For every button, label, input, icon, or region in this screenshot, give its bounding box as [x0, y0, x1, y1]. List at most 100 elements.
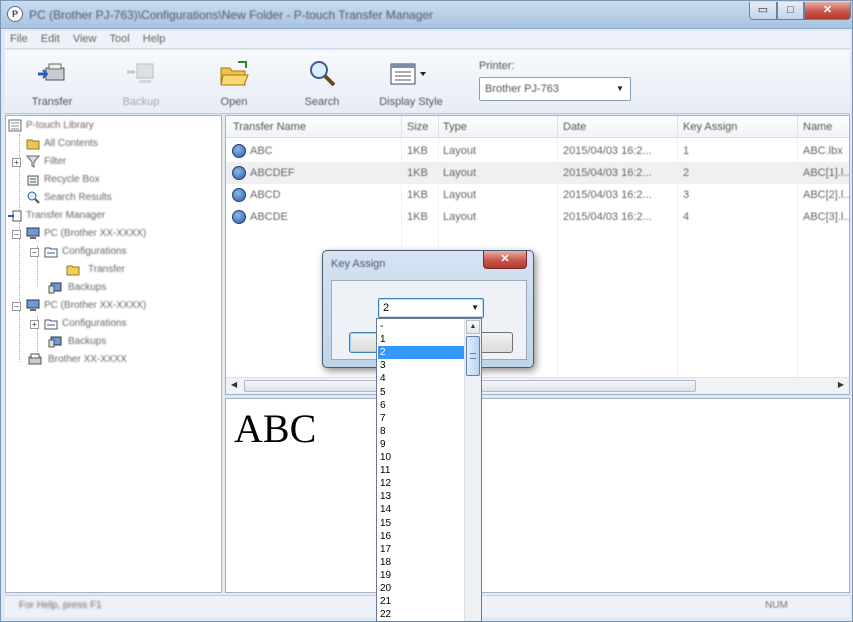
dropdown-option[interactable]: 7: [378, 412, 464, 425]
printer-icon: [28, 353, 42, 365]
configurations-icon: [44, 247, 58, 258]
collapse-icon[interactable]: −: [12, 230, 21, 239]
expand-icon[interactable]: +: [30, 320, 39, 329]
search-label: Search: [304, 96, 340, 108]
expand-icon[interactable]: +: [12, 158, 21, 167]
scroll-left-icon[interactable]: ◀: [231, 380, 237, 389]
display-style-icon: [389, 58, 426, 90]
dropdown-option[interactable]: 11: [378, 464, 464, 477]
computer-icon: [26, 299, 40, 311]
open-label: Open: [220, 96, 248, 108]
open-button[interactable]: Open: [209, 50, 259, 114]
dropdown-option[interactable]: 9: [378, 438, 464, 451]
maximize-button[interactable]: □: [777, 2, 804, 20]
backups-icon: [48, 336, 62, 348]
scroll-up-icon[interactable]: ▲: [466, 320, 480, 334]
dropdown-option[interactable]: 17: [378, 543, 464, 556]
recycle-icon: [27, 175, 39, 186]
chevron-down-icon: ▼: [471, 303, 479, 312]
column-name[interactable]: Name: [803, 121, 832, 133]
dropdown-option[interactable]: 21: [378, 595, 464, 608]
transfer-list: Transfer Name Size Type Date Key Assign …: [225, 115, 850, 395]
dropdown-option[interactable]: 20: [378, 582, 464, 595]
dialog-title: Key Assign: [331, 258, 386, 270]
backups-icon: [48, 282, 62, 294]
dropdown-option[interactable]: 4: [378, 372, 464, 385]
key-assign-select[interactable]: 2 ▼: [378, 298, 484, 318]
backup-label: Backup: [122, 96, 160, 108]
search-button[interactable]: Search: [297, 50, 347, 114]
column-type[interactable]: Type: [443, 121, 467, 133]
table-row[interactable]: ABCDEF 1KB Layout 2015/04/03 16:2... 2 A…: [226, 162, 849, 184]
dropdown-option[interactable]: 10: [378, 451, 464, 464]
layout-file-icon: [232, 144, 246, 158]
list-header: Transfer Name Size Type Date Key Assign …: [226, 116, 849, 138]
horizontal-scrollbar[interactable]: ◀ ▶: [226, 377, 849, 394]
printer-label: Printer:: [479, 60, 515, 72]
column-date[interactable]: Date: [563, 121, 586, 133]
printer-value: Brother PJ-763: [485, 83, 559, 95]
layout-file-icon: [232, 210, 246, 224]
transfer-icon: [36, 58, 68, 90]
menu-edit[interactable]: Edit: [36, 31, 65, 47]
dropdown-option[interactable]: 22: [378, 608, 464, 621]
layout-file-icon: [232, 166, 246, 180]
menu-bar: File Edit View Tool Help: [5, 31, 850, 49]
backup-icon: [125, 58, 157, 90]
dropdown-option[interactable]: 2: [378, 346, 464, 360]
key-assign-value: 2: [383, 302, 390, 314]
dropdown-option[interactable]: 16: [378, 530, 464, 543]
table-row[interactable]: ABC 1KB Layout 2015/04/03 16:2... 1 ABC.…: [226, 140, 849, 162]
folder-icon: [66, 265, 80, 276]
collapse-icon[interactable]: −: [12, 302, 21, 311]
scrollbar-thumb[interactable]: [466, 336, 480, 376]
chevron-down-icon: ▼: [616, 84, 624, 93]
collapse-icon[interactable]: −: [30, 248, 39, 257]
menu-help[interactable]: Help: [138, 31, 171, 47]
minimize-button[interactable]: ▭: [749, 2, 777, 20]
transfer-button[interactable]: Transfer: [27, 50, 77, 114]
key-assign-dropdown-list: -1234567891011121314151617181920212223 ▲: [376, 318, 482, 622]
title-bar[interactable]: P PC (Brother PJ-763)\Configurations\New…: [1, 1, 852, 29]
search-icon: [306, 58, 338, 90]
table-row[interactable]: ABCDE 1KB Layout 2015/04/03 16:2... 4 AB…: [226, 206, 849, 228]
computer-icon: [26, 227, 40, 239]
dropdown-option[interactable]: 19: [378, 569, 464, 582]
open-folder-icon: [218, 58, 250, 90]
num-lock-indicator: NUM: [765, 600, 788, 611]
backup-button[interactable]: Backup: [116, 50, 166, 114]
folder-tree: P-touch Library All Contents + Filter Re…: [5, 115, 222, 593]
scroll-right-icon[interactable]: ▶: [838, 380, 844, 389]
column-key-assign[interactable]: Key Assign: [683, 121, 737, 133]
preview-text: ABC: [234, 406, 317, 451]
dialog-close-button[interactable]: ✕: [483, 251, 527, 269]
configurations-icon: [44, 319, 58, 330]
dropdown-option[interactable]: 12: [378, 477, 464, 490]
display-style-button[interactable]: Display Style: [371, 50, 451, 114]
menu-file[interactable]: File: [5, 31, 33, 47]
dropdown-option[interactable]: 15: [378, 517, 464, 530]
column-size[interactable]: Size: [407, 121, 428, 133]
printer-select[interactable]: Brother PJ-763 ▼: [479, 77, 631, 101]
dropdown-option[interactable]: 5: [378, 386, 464, 399]
filter-icon: [26, 155, 40, 168]
transfer-manager-icon: [8, 210, 22, 222]
dropdown-option[interactable]: 14: [378, 503, 464, 516]
menu-tool[interactable]: Tool: [105, 31, 135, 47]
dropdown-option[interactable]: 6: [378, 399, 464, 412]
dropdown-option[interactable]: 13: [378, 490, 464, 503]
search-icon: [27, 191, 40, 204]
dropdown-option[interactable]: 18: [378, 556, 464, 569]
table-row[interactable]: ABCD 1KB Layout 2015/04/03 16:2... 3 ABC…: [226, 184, 849, 206]
dropdown-option[interactable]: 3: [378, 359, 464, 372]
dropdown-option[interactable]: 8: [378, 425, 464, 438]
column-transfer-name[interactable]: Transfer Name: [233, 121, 306, 133]
menu-view[interactable]: View: [68, 31, 102, 47]
app-icon: P: [7, 6, 23, 22]
dropdown-option[interactable]: 1: [378, 333, 464, 346]
dropdown-scrollbar[interactable]: ▲: [464, 319, 481, 621]
status-text: For Help, press F1: [19, 600, 102, 611]
close-button[interactable]: ✕: [804, 2, 851, 20]
layout-file-icon: [232, 188, 246, 202]
dropdown-option[interactable]: -: [378, 320, 464, 333]
